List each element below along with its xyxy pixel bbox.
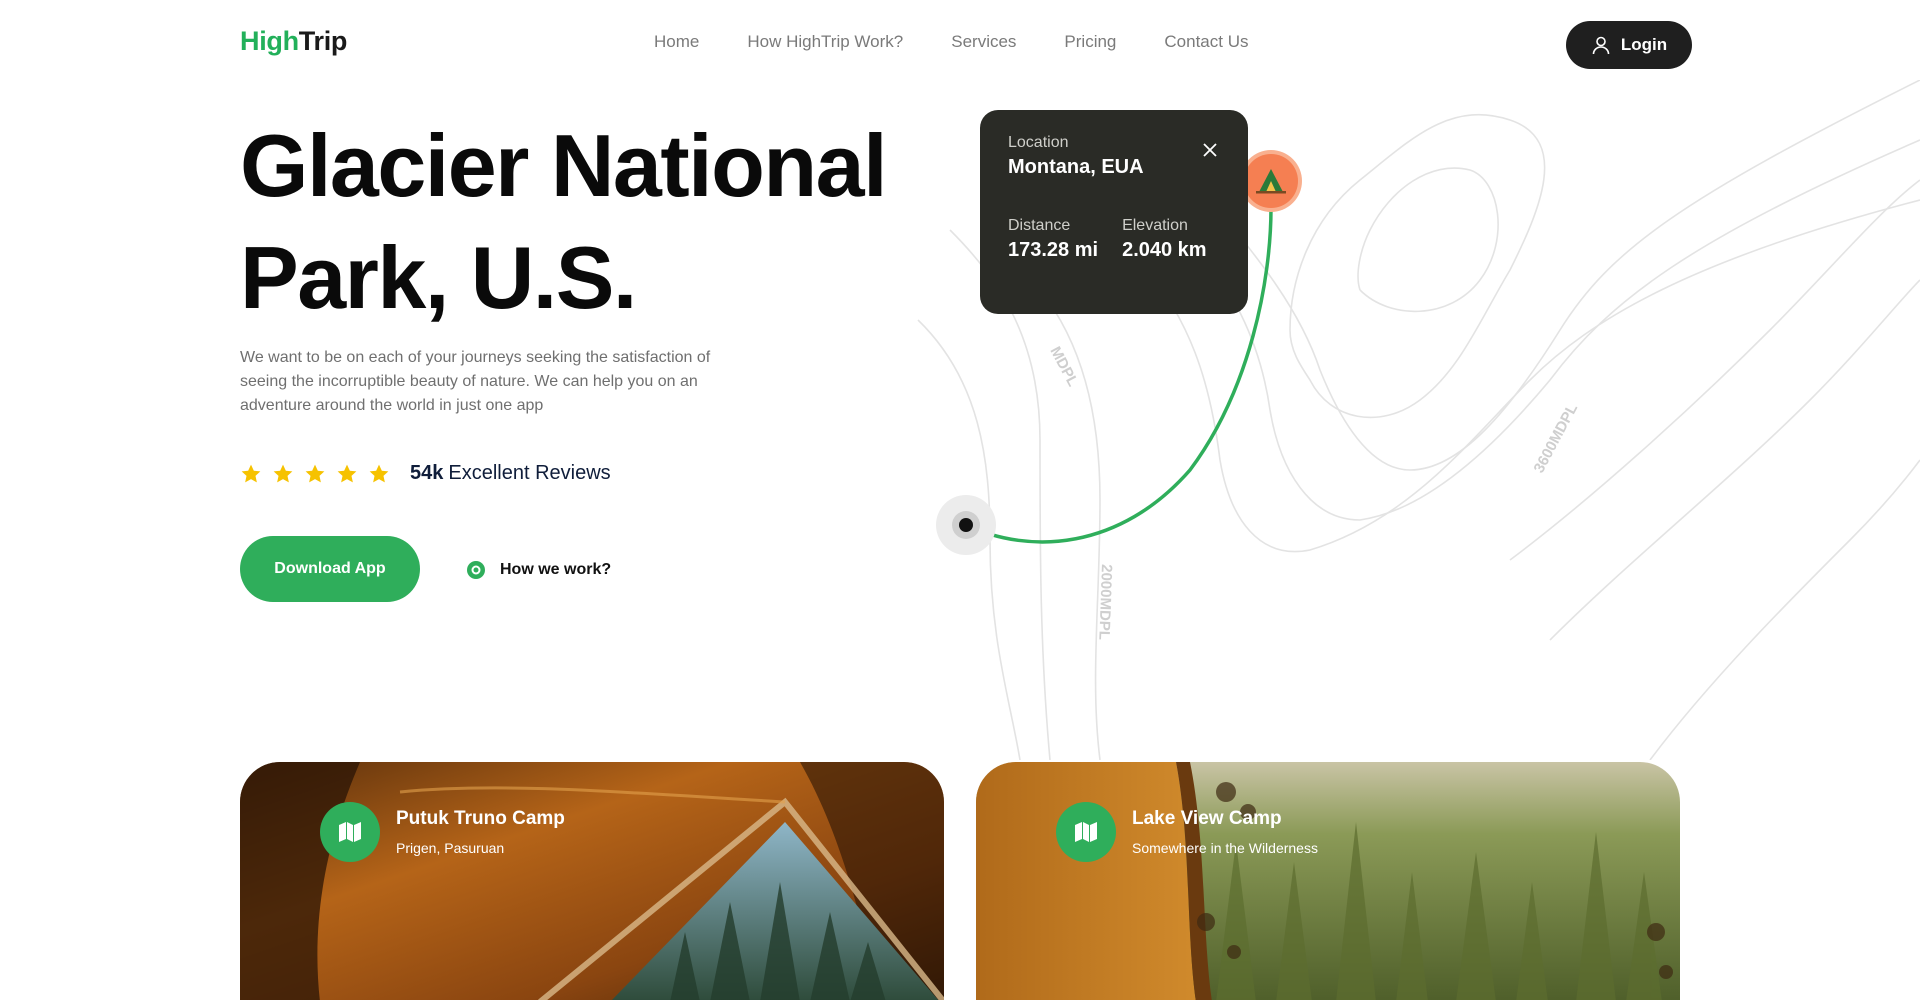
login-label: Login — [1620, 35, 1668, 54]
star-icon — [369, 464, 389, 482]
camp-subtitle: Prigen, Pasuruan — [396, 840, 505, 856]
how-we-work-link[interactable]: How we work? — [466, 560, 611, 580]
contour-label: MDPL — [1046, 344, 1081, 390]
nav-pricing[interactable]: Pricing — [1064, 32, 1116, 52]
logo-high: High — [240, 26, 299, 56]
location-value: Montana, EUA — [1008, 156, 1144, 178]
camp-photo — [240, 762, 944, 1000]
distance-value: 173.28 mi — [1008, 239, 1099, 261]
camp-photo — [976, 762, 1680, 1000]
contour-label: 2000MDPL — [1095, 564, 1115, 640]
download-app-button[interactable]: Download App — [240, 536, 420, 602]
title-line-1: Glacier National — [240, 116, 888, 215]
camp-subtitle: Somewhere in the Wilderness — [1132, 840, 1318, 856]
camp-card[interactable]: Lake View Camp Somewhere in the Wilderne… — [976, 762, 1680, 1000]
login-button[interactable]: Login — [1566, 21, 1692, 69]
close-icon[interactable] — [1202, 142, 1218, 158]
rating-stars — [240, 463, 390, 485]
map-icon — [1075, 822, 1097, 842]
map-icon-badge — [320, 802, 380, 862]
hero-description: We want to be on each of your journeys s… — [240, 349, 711, 414]
location-label: Location — [1008, 134, 1069, 151]
start-marker[interactable] — [936, 495, 996, 555]
destination-pin[interactable] — [1240, 150, 1302, 212]
page-title: Glacier National Park, U.S. — [240, 110, 960, 334]
camp-title: Lake View Camp — [1132, 808, 1282, 829]
nav-contact[interactable]: Contact Us — [1164, 32, 1248, 52]
reviews: 54k Excellent Reviews — [240, 462, 611, 485]
camp-title: Putuk Truno Camp — [396, 808, 565, 829]
map-icon-badge — [1056, 802, 1116, 862]
elevation-value: 2.040 km — [1122, 239, 1207, 261]
user-icon — [1592, 36, 1610, 55]
distance-stat: Distance 173.28 mi — [1008, 217, 1098, 262]
nav-how-it-works[interactable]: How HighTrip Work? — [747, 32, 903, 52]
reviews-label: Excellent Reviews — [448, 462, 611, 484]
main-nav: Home How HighTrip Work? Services Pricing… — [654, 32, 1296, 52]
reviews-count: 54k — [410, 462, 444, 484]
location-info-card: Location Montana, EUA Distance 173.28 mi… — [980, 110, 1248, 314]
star-icon — [337, 464, 357, 482]
elevation-label: Elevation — [1122, 217, 1188, 234]
star-icon — [305, 464, 325, 482]
how-we-work-label: How we work? — [500, 561, 612, 578]
map-icon — [339, 822, 361, 842]
nav-home[interactable]: Home — [654, 32, 699, 52]
logo[interactable]: HighTrip — [240, 26, 347, 57]
distance-label: Distance — [1008, 217, 1071, 234]
stats-row: Distance 173.28 mi Elevation 2.040 km — [1008, 217, 1220, 262]
nav-services[interactable]: Services — [951, 32, 1016, 52]
elevation-stat: Elevation 2.040 km — [1122, 217, 1207, 262]
star-icon — [241, 464, 261, 482]
logo-trip: Trip — [298, 26, 348, 56]
title-line-2: Park, U.S. — [240, 228, 637, 327]
play-circle-icon — [467, 561, 485, 579]
camp-card[interactable]: Putuk Truno Camp Prigen, Pasuruan — [240, 762, 944, 1000]
contour-label: 3600MDPL — [1531, 401, 1582, 476]
star-icon — [273, 464, 293, 482]
